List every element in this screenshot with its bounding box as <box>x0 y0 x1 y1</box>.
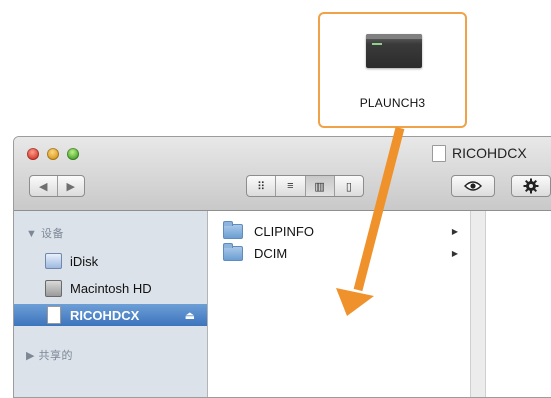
sidebar: ▼ 设备 iDisk Macintosh HD RICOHDCX ⏏ ▶ 共享的 <box>14 211 208 397</box>
nav-button-group: ◀ ▶ <box>29 175 85 197</box>
idisk-icon <box>45 253 62 269</box>
sidebar-item-idisk[interactable]: iDisk <box>14 250 207 272</box>
folder-icon <box>223 220 243 239</box>
back-button[interactable]: ◀ <box>30 176 57 196</box>
icon-view-button[interactable]: ⠿ <box>247 176 275 196</box>
finder-window: RICOHDCX ◀ ▶ ⠿ ≡ ▥ ▯ ▼ 设备 iDisk Macintos… <box>13 136 551 398</box>
window-title: RICOHDCX <box>432 143 527 163</box>
coverflow-view-button[interactable]: ▯ <box>333 176 363 196</box>
folder-label: DCIM <box>254 245 288 261</box>
executable-icon <box>366 34 422 68</box>
eye-icon <box>464 181 482 191</box>
hard-drive-icon <box>45 279 62 297</box>
forward-button[interactable]: ▶ <box>56 176 85 196</box>
close-button[interactable] <box>27 148 39 160</box>
action-button[interactable] <box>511 175 551 197</box>
sidebar-item-label: Macintosh HD <box>70 280 152 296</box>
list-item-clipinfo[interactable]: CLIPINFO ▶ <box>208 220 470 242</box>
folder-icon <box>223 242 243 261</box>
toolbar: RICOHDCX ◀ ▶ ⠿ ≡ ▥ ▯ <box>14 137 551 211</box>
list-item-dcim[interactable]: DCIM ▶ <box>208 242 470 264</box>
view-mode-group: ⠿ ≡ ▥ ▯ <box>246 175 364 197</box>
sidebar-header-shared[interactable]: ▶ 共享的 <box>26 347 73 363</box>
quicklook-button[interactable] <box>451 175 495 197</box>
folder-label: CLIPINFO <box>254 223 314 239</box>
column-browser-pane: CLIPINFO ▶ DCIM ▶ <box>208 211 471 397</box>
sidebar-item-label: RICOHDCX <box>70 307 140 323</box>
column-resize-gutter[interactable] <box>471 211 486 397</box>
window-title-text: RICOHDCX <box>452 145 527 161</box>
sidebar-item-ricohdcx[interactable]: RICOHDCX ⏏ <box>14 304 207 326</box>
sidebar-item-label: iDisk <box>70 253 99 269</box>
disclosure-arrow-icon: ▶ <box>451 248 458 258</box>
dragged-file-tile[interactable]: PLAUNCH3 <box>318 12 467 128</box>
disclosure-arrow-icon: ▶ <box>451 226 458 236</box>
minimize-button[interactable] <box>47 148 59 160</box>
sidebar-header-devices[interactable]: ▼ 设备 <box>26 225 64 241</box>
sd-card-icon <box>432 144 446 162</box>
eject-icon[interactable]: ⏏ <box>185 309 195 322</box>
sidebar-item-macintosh-hd[interactable]: Macintosh HD <box>14 277 207 299</box>
list-view-button[interactable]: ≡ <box>275 176 304 196</box>
gear-icon <box>523 178 539 194</box>
file-name: PLAUNCH3 <box>359 96 426 110</box>
sd-card-icon <box>47 306 61 324</box>
maximize-button[interactable] <box>67 148 79 160</box>
column-view-button[interactable]: ▥ <box>304 176 334 196</box>
